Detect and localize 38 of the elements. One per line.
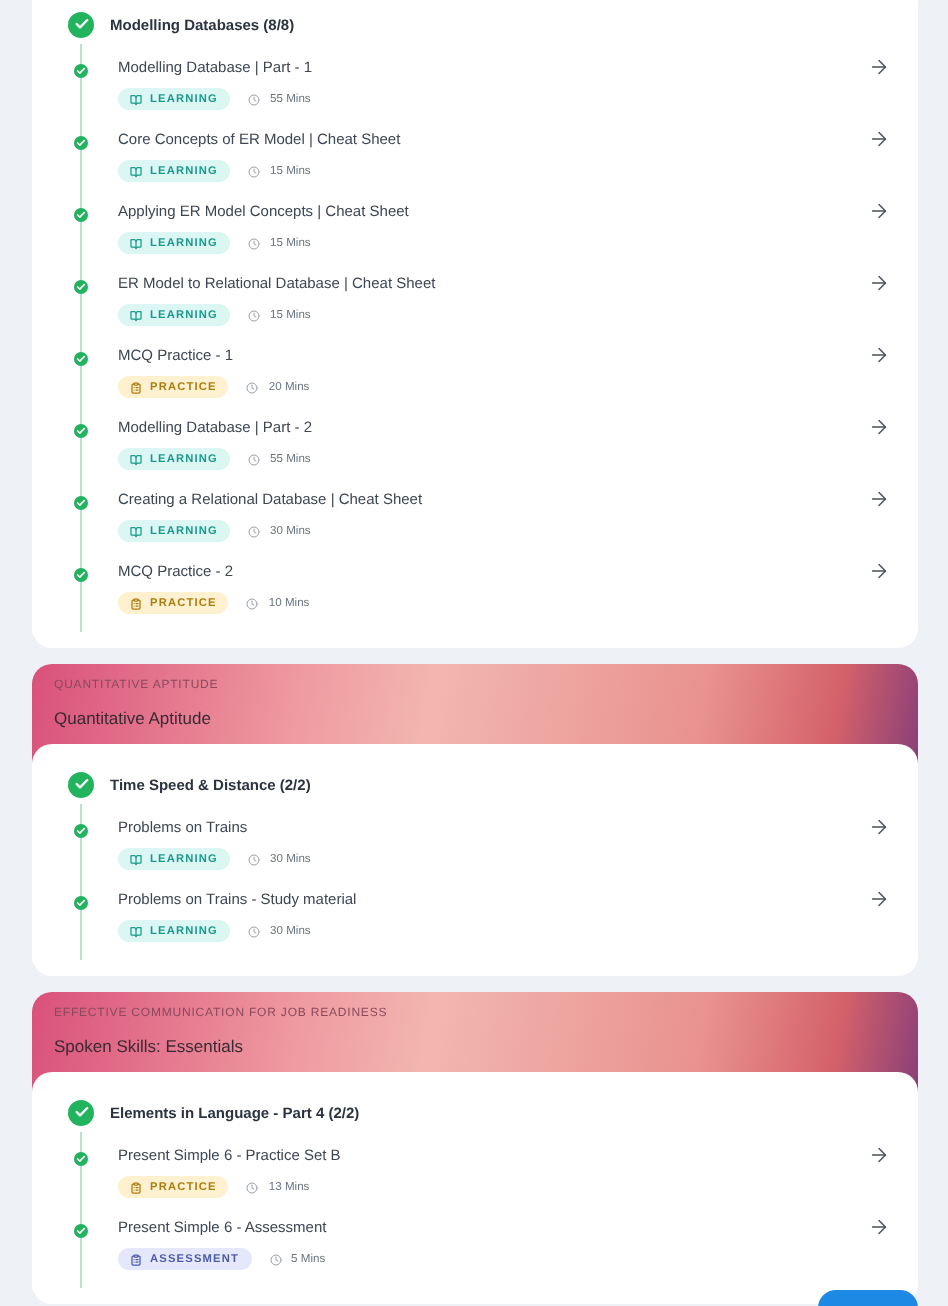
arrow-right-icon[interactable]	[868, 488, 890, 510]
clock-icon	[248, 525, 261, 537]
clock-icon	[248, 853, 261, 865]
arrow-right-icon[interactable]	[868, 200, 890, 222]
clock-icon	[248, 93, 261, 105]
clock-icon	[248, 453, 261, 465]
book-icon	[130, 925, 142, 937]
book-icon	[130, 525, 142, 537]
clock-icon	[246, 597, 259, 609]
clock-icon	[248, 165, 261, 177]
clock-icon	[246, 381, 259, 393]
arrow-right-icon[interactable]	[868, 416, 890, 438]
book-icon	[130, 453, 142, 465]
module-title: Spoken Skills: Essentials	[54, 1036, 245, 1056]
arrow-right-icon[interactable]	[868, 56, 890, 78]
module-title: Quantitative Aptitude	[54, 708, 213, 728]
clock-icon	[248, 237, 261, 249]
arrow-right-icon[interactable]	[868, 1144, 890, 1166]
clock-icon	[246, 1181, 259, 1193]
arrow-right-icon[interactable]	[868, 560, 890, 582]
clipboard-icon	[130, 1253, 142, 1265]
book-icon	[130, 853, 142, 865]
book-icon	[130, 309, 142, 321]
arrow-right-icon[interactable]	[868, 128, 890, 150]
book-icon	[130, 93, 142, 105]
arrow-right-icon[interactable]	[868, 344, 890, 366]
book-icon	[130, 165, 142, 177]
clock-icon	[248, 925, 261, 937]
clipboard-icon	[130, 597, 142, 609]
clipboard-icon	[130, 1181, 142, 1193]
arrow-right-icon[interactable]	[868, 888, 890, 910]
arrow-right-icon[interactable]	[868, 1216, 890, 1238]
arrow-right-icon[interactable]	[868, 816, 890, 838]
clock-icon	[248, 309, 261, 321]
clock-icon	[269, 1253, 282, 1265]
arrow-right-icon[interactable]	[868, 272, 890, 294]
book-icon	[130, 237, 142, 249]
clipboard-icon	[130, 381, 142, 393]
